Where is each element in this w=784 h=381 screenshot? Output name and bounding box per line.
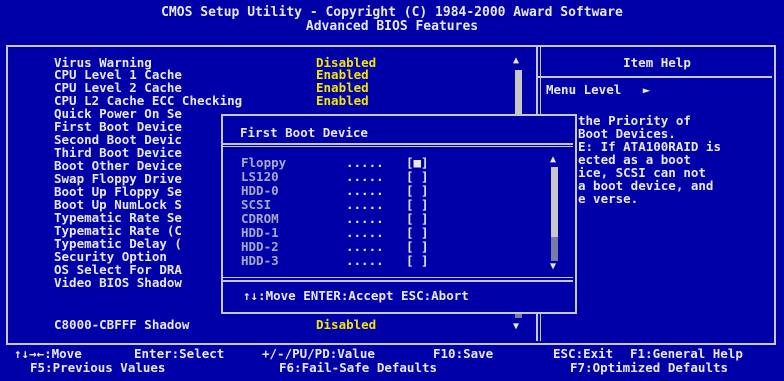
option-checkbox[interactable]: [■] [406, 156, 429, 170]
option-dots: ..... [346, 225, 384, 240]
key-previous-values: F5:Previous Values [30, 360, 166, 375]
option-checkbox[interactable]: [ ] [406, 226, 429, 240]
option-dots: ..... [346, 239, 384, 254]
popup-footer-divider [223, 280, 573, 282]
option-device: SCSI [241, 197, 272, 212]
setting-value[interactable]: Enabled [316, 94, 369, 108]
title-line1: CMOS Setup Utility - Copyright (C) 1984-… [161, 5, 623, 20]
popup-scrollbar[interactable]: ▲ ▼ [548, 155, 560, 273]
option-checkbox[interactable]: [ ] [406, 170, 429, 184]
header: CMOS Setup Utility - Copyright (C) 1984-… [0, 6, 784, 34]
setting-value[interactable]: Disabled [316, 318, 376, 332]
key-select: Enter:Select [134, 346, 225, 361]
title-line2: Advanced BIOS Features [305, 19, 479, 34]
option-checkbox[interactable]: [ ] [406, 184, 429, 198]
key-exit: ESC:Exit [553, 346, 614, 361]
popup-footer-divider-line [223, 277, 573, 278]
option-device: HDD-0 [241, 183, 279, 198]
popup-scrollbar-thumb[interactable] [551, 167, 558, 237]
option-dots: ..... [346, 155, 384, 170]
menu-level: Menu Level ► [546, 82, 650, 97]
option-dots: ..... [346, 211, 384, 226]
key-value: +/-/PU/PD:Value [262, 346, 375, 361]
option-checkbox[interactable]: [ ] [406, 198, 429, 212]
popup-title-divider [223, 143, 573, 145]
option-dots: ..... [346, 253, 384, 268]
option-dots: ..... [346, 183, 384, 198]
option-device: HDD-1 [241, 225, 279, 240]
popup-footer: ↑↓:Move ENTER:Accept ESC:Abort [243, 288, 469, 303]
bios-screen: CMOS Setup Utility - Copyright (C) 1984-… [0, 0, 784, 381]
option-checkbox[interactable]: [ ] [406, 240, 429, 254]
option-dots: ..... [346, 169, 384, 184]
option-device: LS120 [241, 169, 279, 184]
help-line: e verse. [578, 191, 639, 206]
popup-scroll-down-icon[interactable]: ▼ [550, 262, 556, 272]
key-optimized: F7:Optimized Defaults [570, 360, 729, 375]
key-fail-safe: F6:Fail-Safe Defaults [279, 360, 438, 375]
option-checkbox[interactable]: [ ] [406, 254, 429, 268]
key-save: F10:Save [433, 346, 494, 361]
scroll-up-icon[interactable]: ▲ [513, 56, 519, 66]
setting-label: Video BIOS Shadow [54, 275, 182, 290]
scroll-down-icon[interactable]: ▼ [513, 322, 519, 332]
option-device: HDD-3 [241, 253, 279, 268]
option-device: HDD-2 [241, 239, 279, 254]
scrollbar-thumb[interactable] [515, 70, 522, 116]
help-header-divider [538, 76, 772, 78]
option-dots: ..... [346, 197, 384, 212]
popup-scroll-up-icon[interactable]: ▲ [550, 155, 556, 165]
menu-level-label: Menu Level [546, 82, 622, 97]
key-general-help: F1:General Help [630, 346, 743, 361]
setting-label: C8000-CBFFF Shadow [54, 317, 190, 332]
option-device: Floppy [241, 155, 287, 170]
option-checkbox[interactable]: [ ] [406, 212, 429, 226]
option-device: CDROM [241, 211, 279, 226]
help-title: Item Help [623, 55, 691, 70]
popup-title-divider-line [223, 146, 573, 147]
menu-level-arrow-icon: ► [642, 82, 651, 97]
key-legend: ↑↓→←:Move Enter:Select +/-/PU/PD:Value F… [0, 345, 784, 381]
key-move: ↑↓→←:Move [14, 346, 82, 361]
popup-title: First Boot Device [240, 125, 368, 140]
